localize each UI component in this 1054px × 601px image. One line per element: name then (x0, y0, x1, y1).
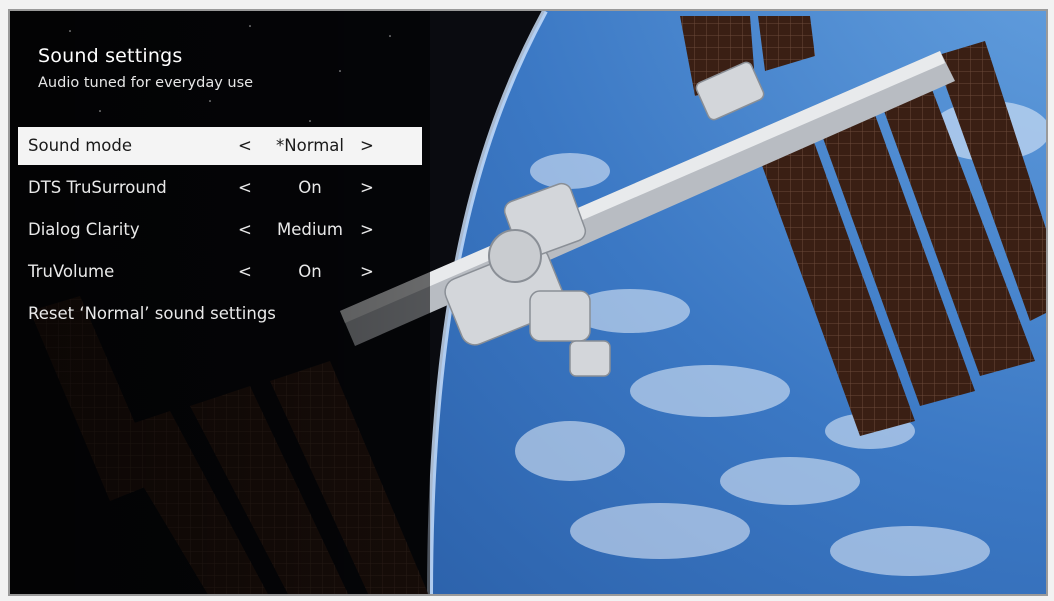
menu-title: Sound settings (38, 45, 183, 67)
option-label: Sound mode (28, 136, 132, 155)
chevron-right-icon[interactable]: > (360, 220, 374, 239)
option-label: Dialog Clarity (28, 220, 140, 239)
dialog-clarity-option[interactable]: Dialog Clarity < Medium > (18, 211, 422, 249)
truvolume-option[interactable]: TruVolume < On > (18, 253, 422, 291)
option-value: On (298, 262, 322, 281)
sound-mode-option[interactable]: Sound mode < *Normal > (18, 127, 422, 165)
chevron-right-icon[interactable]: > (360, 136, 374, 155)
chevron-left-icon[interactable]: < (238, 220, 252, 239)
option-value: *Normal (276, 136, 344, 155)
reset-sound-settings-option[interactable]: Reset ‘Normal’ sound settings (18, 295, 422, 333)
option-label: TruVolume (28, 262, 115, 281)
chevron-left-icon[interactable]: < (238, 136, 252, 155)
chevron-right-icon[interactable]: > (360, 178, 374, 197)
chevron-right-icon[interactable]: > (360, 262, 374, 281)
chevron-left-icon[interactable]: < (238, 178, 252, 197)
tv-screen: Sound settings Audio tuned for everyday … (8, 9, 1048, 596)
dts-trusurround-option[interactable]: DTS TruSurround < On > (18, 169, 422, 207)
option-label: Reset ‘Normal’ sound settings (28, 304, 276, 323)
option-value: On (298, 178, 322, 197)
chevron-left-icon[interactable]: < (238, 262, 252, 281)
option-label: DTS TruSurround (28, 178, 167, 197)
menu-subtitle: Audio tuned for everyday use (38, 75, 254, 91)
option-value: Medium (277, 220, 343, 239)
